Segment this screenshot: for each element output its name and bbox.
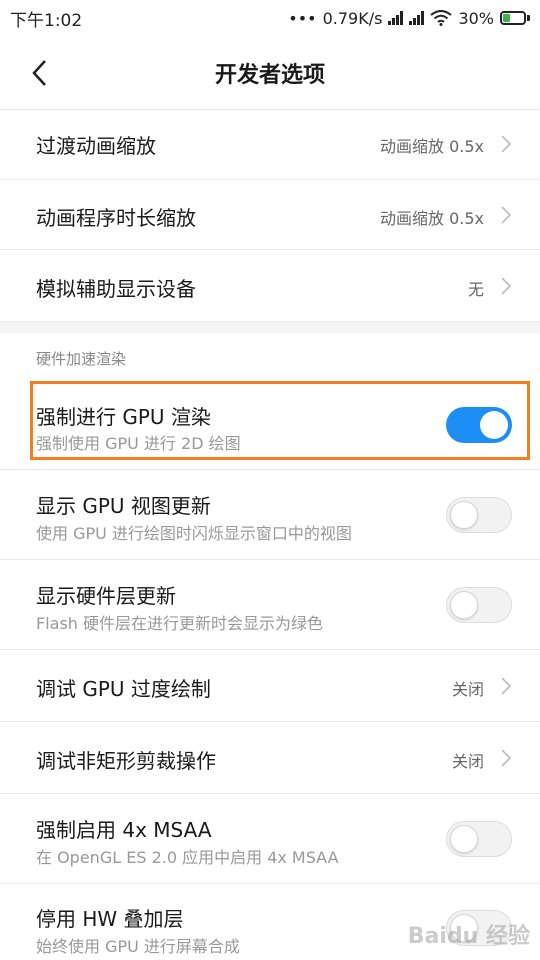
chevron-right-icon (501, 749, 512, 767)
setting-label: 强制启用 4x MSAA (36, 818, 212, 842)
setting-label: 动画程序时长缩放 (36, 206, 196, 230)
back-button[interactable] (22, 56, 56, 90)
setting-row-force-4x-msaa[interactable]: 强制启用 4x MSAA 在 OpenGL ES 2.0 应用中启用 4x MS… (0, 794, 540, 884)
setting-description: 始终使用 GPU 进行屏幕合成 (36, 937, 240, 956)
chevron-right-icon (501, 206, 512, 224)
section-divider (0, 321, 540, 333)
signal-icon (388, 11, 404, 25)
chevron-right-icon (501, 677, 512, 695)
setting-row-transition-animation-scale[interactable]: 过渡动画缩放 动画缩放 0.5x (0, 110, 540, 180)
signal-icon-2 (409, 11, 425, 25)
setting-label: 显示硬件层更新 (36, 584, 176, 608)
setting-value: 无 (467, 280, 484, 299)
battery-charging-icon (500, 11, 530, 25)
chevron-right-icon (501, 277, 512, 295)
setting-label: 过渡动画缩放 (36, 134, 156, 158)
status-icons: ••• 0.79K/s 30% (288, 9, 530, 28)
status-bar: 下午1:02 ••• 0.79K/s 30% (0, 0, 540, 36)
setting-row-simulate-secondary-display[interactable]: 模拟辅助显示设备 无 (0, 250, 540, 321)
setting-row-show-gpu-view-updates[interactable]: 显示 GPU 视图更新 使用 GPU 进行绘图时闪烁显示窗口中的视图 (0, 470, 540, 560)
more-dots-icon: ••• (288, 8, 317, 28)
toggle-switch[interactable] (446, 821, 512, 857)
setting-row-show-hardware-layer-updates[interactable]: 显示硬件层更新 Flash 硬件层在进行更新时会显示为绿色 (0, 560, 540, 650)
highlight-box (30, 381, 530, 460)
network-speed: 0.79K/s (322, 8, 383, 28)
battery-percent: 30% (458, 8, 494, 28)
setting-value: 关闭 (451, 752, 484, 771)
setting-description: 使用 GPU 进行绘图时闪烁显示窗口中的视图 (36, 524, 352, 543)
setting-row-animator-duration-scale[interactable]: 动画程序时长缩放 动画缩放 0.5x (0, 180, 540, 250)
navigation-bar: 开发者选项 (0, 36, 540, 110)
section-header-hardware-rendering: 硬件加速渲染 (36, 350, 127, 368)
setting-label: 模拟辅助显示设备 (36, 277, 196, 301)
wifi-icon (430, 10, 453, 26)
baidu-watermark: Baidu 经验 (407, 924, 530, 949)
page-title: 开发者选项 (214, 62, 325, 88)
setting-description: 在 OpenGL ES 2.0 应用中启用 4x MSAA (36, 848, 339, 867)
setting-label: 显示 GPU 视图更新 (36, 494, 211, 518)
setting-label: 调试非矩形剪裁操作 (36, 749, 216, 773)
setting-description: Flash 硬件层在进行更新时会显示为绿色 (36, 614, 324, 633)
setting-row-debug-non-rect-clip[interactable]: 调试非矩形剪裁操作 关闭 (0, 722, 540, 794)
setting-value: 关闭 (451, 680, 484, 699)
setting-value: 动画缩放 0.5x (379, 137, 484, 156)
setting-row-debug-gpu-overdraw[interactable]: 调试 GPU 过度绘制 关闭 (0, 650, 540, 722)
toggle-switch[interactable] (446, 497, 512, 533)
chevron-right-icon (501, 135, 512, 153)
setting-label: 停用 HW 叠加层 (36, 907, 184, 931)
setting-value: 动画缩放 0.5x (379, 209, 484, 228)
setting-label: 调试 GPU 过度绘制 (36, 677, 211, 701)
back-arrow-icon (32, 60, 46, 86)
status-time: 下午1:02 (10, 10, 83, 31)
toggle-switch[interactable] (446, 587, 512, 623)
